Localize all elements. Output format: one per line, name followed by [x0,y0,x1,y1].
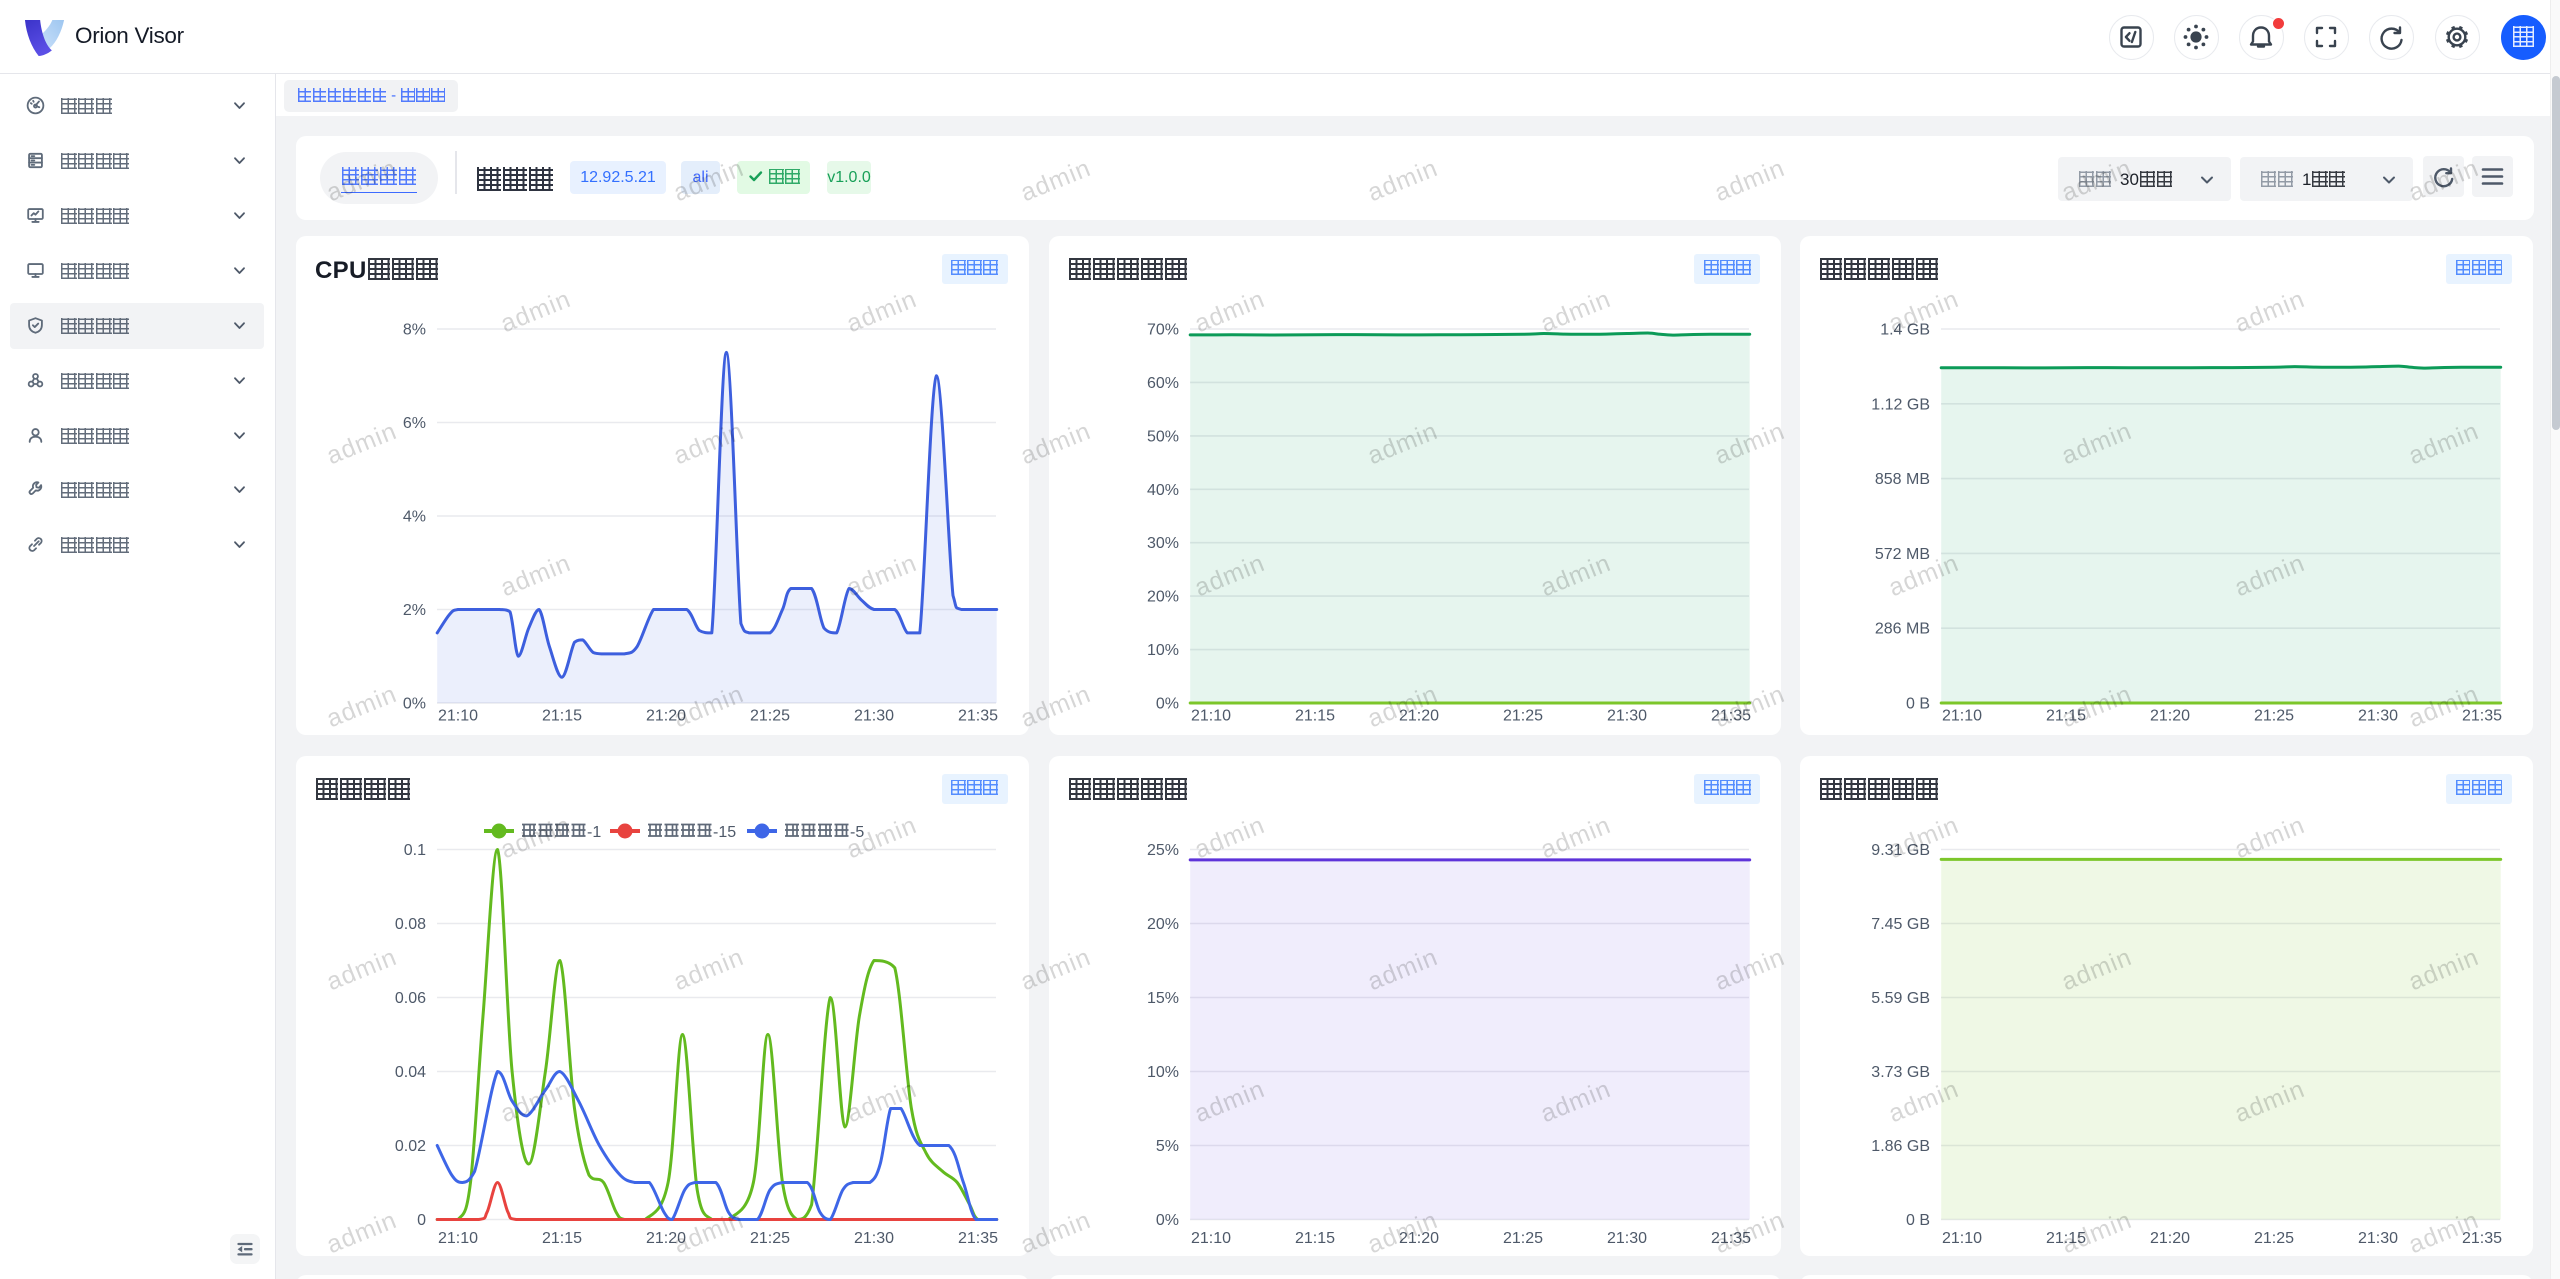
svg-text:0: 0 [417,1212,426,1229]
svg-text:-1: -1 [587,824,601,841]
svg-text:0.06: 0.06 [395,990,426,1007]
svg-text:7.45 GB: 7.45 GB [1872,916,1931,933]
svg-text:10%: 10% [1147,642,1179,659]
svg-text:21:15: 21:15 [1295,1230,1335,1247]
svg-text:858 MB: 858 MB [1875,471,1930,488]
svg-text:0%: 0% [1156,1212,1179,1229]
svg-text:21:30: 21:30 [2358,708,2398,725]
svg-text:0 B: 0 B [1906,696,1930,713]
svg-text:21:10: 21:10 [438,708,478,725]
svg-text:40%: 40% [1147,482,1179,499]
svg-text:21:30: 21:30 [854,1230,894,1247]
svg-text:-15: -15 [713,824,736,841]
svg-text:21:20: 21:20 [2150,1230,2190,1247]
svg-text:10%: 10% [1147,1064,1179,1081]
svg-text:21:35: 21:35 [958,1230,998,1247]
svg-text:21:25: 21:25 [2254,1230,2294,1247]
svg-text:4%: 4% [403,509,426,526]
svg-text:5%: 5% [1156,1138,1179,1155]
svg-text:21:20: 21:20 [2150,708,2190,725]
svg-text:21:35: 21:35 [958,708,998,725]
svg-text:60%: 60% [1147,375,1179,392]
svg-text:0.02: 0.02 [395,1138,426,1155]
svg-text:3.73 GB: 3.73 GB [1872,1064,1931,1081]
svg-text:21:25: 21:25 [750,708,790,725]
svg-text:0.08: 0.08 [395,916,426,933]
svg-text:50%: 50% [1147,428,1179,445]
svg-text:0 B: 0 B [1906,1212,1930,1229]
svg-text:6%: 6% [403,415,426,432]
svg-text:21:30: 21:30 [1607,708,1647,725]
svg-text:1.86 GB: 1.86 GB [1872,1138,1931,1155]
svg-text:21:10: 21:10 [1191,708,1231,725]
svg-text:21:25: 21:25 [2254,708,2294,725]
svg-text:30%: 30% [1147,535,1179,552]
svg-text:0.04: 0.04 [395,1064,426,1081]
svg-text:286 MB: 286 MB [1875,621,1930,638]
svg-text:8%: 8% [403,322,426,339]
svg-text:0%: 0% [403,696,426,713]
svg-text:1.12 GB: 1.12 GB [1872,396,1931,413]
svg-text:21:10: 21:10 [438,1230,478,1247]
svg-text:21:10: 21:10 [1942,1230,1982,1247]
svg-text:21:15: 21:15 [542,1230,582,1247]
svg-text:21:30: 21:30 [2358,1230,2398,1247]
svg-text:0.1: 0.1 [404,842,426,859]
svg-text:21:10: 21:10 [1942,708,1982,725]
svg-text:70%: 70% [1147,322,1179,339]
svg-text:21:15: 21:15 [542,708,582,725]
svg-text:21:25: 21:25 [1503,708,1543,725]
svg-text:21:30: 21:30 [1607,1230,1647,1247]
svg-text:21:10: 21:10 [1191,1230,1231,1247]
svg-text:21:25: 21:25 [1503,1230,1543,1247]
svg-text:25%: 25% [1147,842,1179,859]
svg-text:20%: 20% [1147,916,1179,933]
svg-text:21:30: 21:30 [854,708,894,725]
svg-text:15%: 15% [1147,990,1179,1007]
svg-text:0%: 0% [1156,696,1179,713]
svg-text:21:15: 21:15 [1295,708,1335,725]
svg-text:20%: 20% [1147,589,1179,606]
svg-text:2%: 2% [403,602,426,619]
svg-text:21:25: 21:25 [750,1230,790,1247]
svg-text:5.59 GB: 5.59 GB [1872,990,1931,1007]
